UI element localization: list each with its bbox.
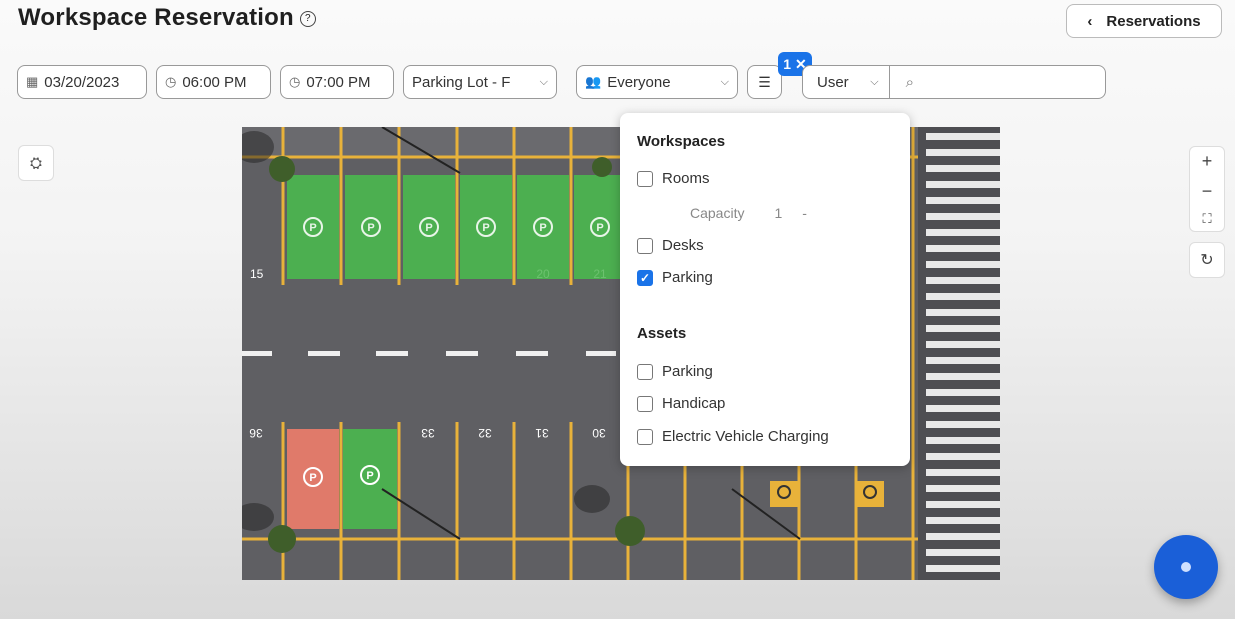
filter-list-icon: ☰ [758,73,771,90]
workspaces-heading: Workspaces [637,133,726,150]
parking-checkbox-checked[interactable]: ✓ [637,269,653,286]
start-time-picker[interactable]: ◷ 06:00 PM [156,65,271,99]
search-scope-value: User [817,73,849,91]
ev-charging-icon [770,481,798,507]
search-icon: ⌕ [905,73,914,91]
clock-icon: ◷ [289,74,301,89]
slot-label-32: 32 [478,426,492,440]
handicap-checkbox-row[interactable]: Handicap [637,395,725,412]
capacity-label: Capacity [690,205,745,221]
svg-text:P: P [309,222,316,234]
parking-checkbox-row[interactable]: ✓ Parking [637,269,713,286]
slot-label-36: 36 [249,426,263,440]
rooms-label: Rooms [662,170,710,187]
reservations-label: Reservations [1106,12,1201,30]
end-time-value: 07:00 PM [306,73,371,91]
handicap-checkbox[interactable] [637,395,653,412]
ev-checkbox-row[interactable]: Electric Vehicle Charging [637,428,829,445]
svg-text:P: P [367,222,374,234]
chat-fab-button[interactable] [1154,535,1218,599]
refresh-icon[interactable]: ↻ [1189,242,1225,278]
zoom-out-icon[interactable]: − [1202,181,1213,202]
audience-select[interactable]: 👥 Everyone ⌵ [576,65,738,99]
chevron-down-icon: ⌵ [870,75,879,88]
location-value: Parking Lot - F [412,73,511,91]
date-value: 03/20/2023 [44,73,120,91]
rooms-checkbox-row[interactable]: Rooms [637,170,710,187]
ev-charging-icon [856,481,884,507]
page-title-text: Workspace Reservation [18,4,294,31]
ev-checkbox[interactable] [637,428,653,445]
chevron-down-icon: ⌵ [539,75,548,88]
start-time-value: 06:00 PM [182,73,247,91]
asset-parking-checkbox[interactable] [637,363,653,380]
slot-label-31: 31 [535,426,549,440]
search-input[interactable] [920,73,1105,91]
zoom-in-icon[interactable]: + [1202,151,1213,172]
rooms-checkbox[interactable] [637,170,653,187]
compass-icon[interactable]: ⛭ [18,145,54,181]
svg-text:P: P [425,222,432,234]
clock-icon: ◷ [165,74,177,89]
capacity-decrement[interactable]: - [802,205,807,221]
filter-button[interactable]: ☰ [747,65,782,99]
capacity-value[interactable]: 1 [774,205,782,221]
slot-label-30: 30 [592,426,606,440]
handicap-label: Handicap [662,395,726,412]
people-icon: 👥 [585,74,602,89]
help-icon[interactable]: ? [299,10,316,27]
chevron-left-icon: ‹ [1087,12,1093,30]
slot-label-15: 15 [250,267,264,281]
chat-dot-icon [1181,562,1191,572]
svg-text:P: P [482,222,489,234]
asset-parking-checkbox-row[interactable]: Parking [637,363,713,380]
svg-text:P: P [539,222,546,234]
fullscreen-icon[interactable]: ⛶ [1202,211,1211,227]
calendar-icon: ▦ [26,74,39,89]
svg-text:P: P [309,472,316,484]
location-select[interactable]: Parking Lot - F ⌵ [403,65,557,99]
asset-parking-label: Parking [662,363,713,380]
end-time-picker[interactable]: ◷ 07:00 PM [280,65,394,99]
search-scope-select[interactable]: User ⌵ [803,66,890,98]
chevron-down-icon: ⌵ [720,75,729,88]
capacity-row: Capacity 1 - [690,205,807,221]
desks-label: Desks [662,237,704,254]
ev-label: Electric Vehicle Charging [662,428,829,445]
page-title: Workspace Reservation? [18,4,316,32]
slot-label-ghost-20: 20 [536,267,550,281]
filter-dropdown-panel: Workspaces Rooms Capacity 1 - Desks ✓ Pa… [620,113,910,466]
date-picker[interactable]: ▦ 03/20/2023 [17,65,147,99]
desks-checkbox-row[interactable]: Desks [637,237,704,254]
zoom-controls: + − ⛶ [1189,146,1225,232]
desks-checkbox[interactable] [637,237,653,254]
audience-value: Everyone [607,73,671,91]
search-bar: User ⌵ ⌕ [802,65,1106,99]
assets-heading: Assets [637,325,687,342]
svg-text:P: P [596,222,603,234]
slot-label-ghost-21: 21 [593,267,607,281]
reservations-back-button[interactable]: ‹ Reservations [1066,4,1222,38]
svg-text:P: P [366,470,373,482]
parking-label: Parking [662,269,713,286]
slot-label-33: 33 [421,426,435,440]
